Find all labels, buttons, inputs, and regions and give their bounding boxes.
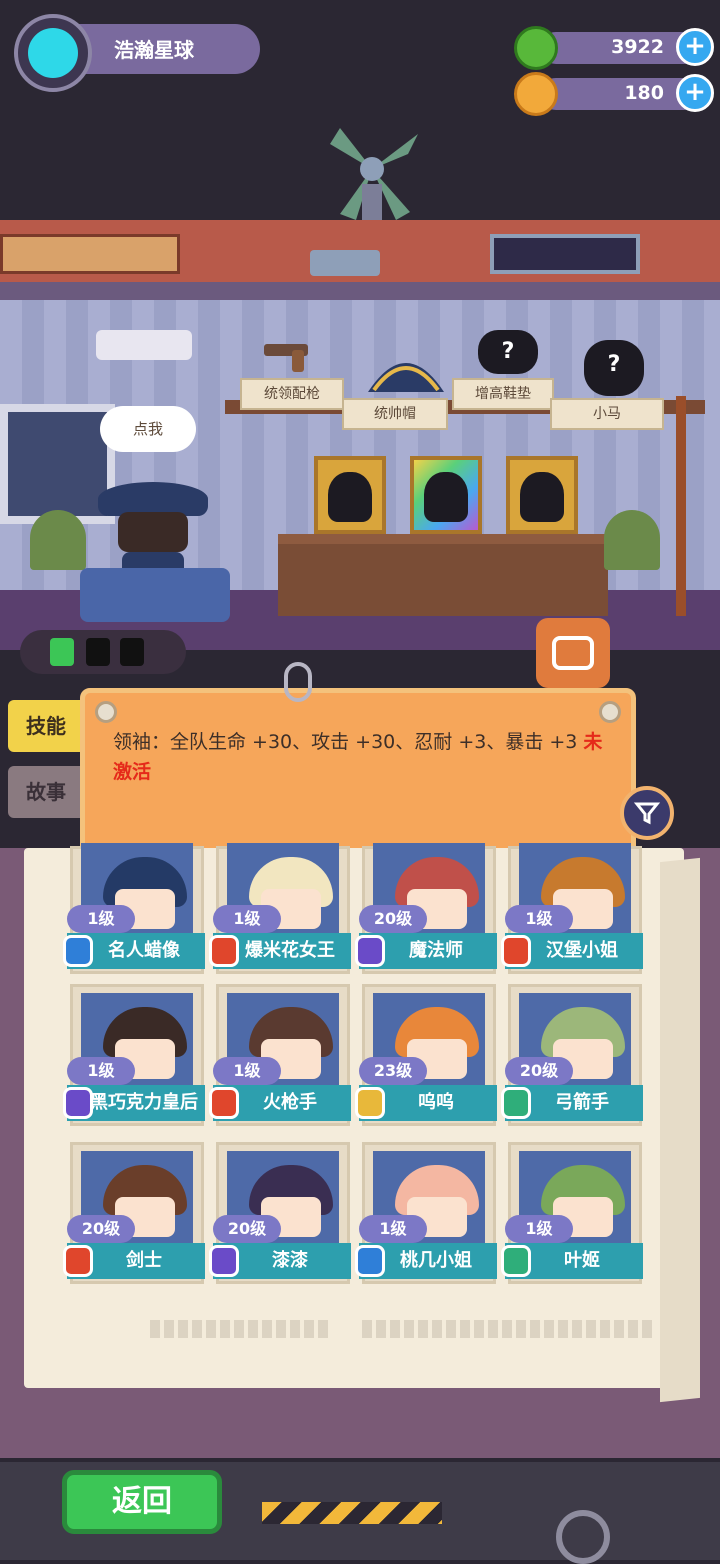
wardrobe-button[interactable] <box>536 618 610 688</box>
character-card[interactable]: 20级 剑士 <box>63 1142 205 1284</box>
level-badge: 1级 <box>359 1215 427 1243</box>
portrait-frame-rainbow[interactable] <box>410 456 482 534</box>
plant-icon <box>30 510 86 570</box>
character-card[interactable]: 1级 黑巧克力皇后 <box>63 984 205 1126</box>
filter-icon <box>633 802 661 825</box>
cat-avatar-icon <box>28 28 78 78</box>
level-badge: 1级 <box>505 905 573 933</box>
character-card[interactable]: 1级 汉堡小姐 <box>501 843 643 974</box>
shelf-label-insole[interactable]: 增高鞋垫 <box>452 378 554 410</box>
character-card[interactable]: 20级 漆漆 <box>209 1142 351 1284</box>
portrait-frame[interactable] <box>506 456 578 534</box>
role-shield-icon <box>355 1087 385 1119</box>
coin-count: 180 <box>624 82 664 104</box>
tab-skill[interactable]: 技能 <box>8 700 84 752</box>
player-profile[interactable]: 浩瀚星球 <box>14 14 260 92</box>
level-badge: 20级 <box>213 1215 281 1243</box>
portrait-frame[interactable] <box>314 456 386 534</box>
level-badge: 1级 <box>67 905 135 933</box>
level-badge: 1级 <box>505 1215 573 1243</box>
lightning-icon <box>50 638 74 666</box>
ceiling-machinery <box>0 220 720 302</box>
role-shield-icon <box>501 1087 531 1119</box>
gold-planet-coin-icon <box>514 72 558 116</box>
filter-button[interactable] <box>620 786 674 840</box>
add-coin-button[interactable]: + <box>676 74 714 112</box>
role-shield-icon <box>63 935 93 967</box>
paperclip-icon <box>284 662 312 702</box>
wardrobe-icon <box>552 636 594 670</box>
character-card[interactable]: 20级 魔法师 <box>355 843 497 974</box>
role-shield-icon <box>355 1245 385 1277</box>
role-shield-icon <box>501 935 531 967</box>
character-card[interactable]: 1级 火枪手 <box>209 984 351 1126</box>
level-badge: 20级 <box>505 1057 573 1085</box>
blurred-text <box>150 1320 330 1338</box>
gem-count: 3922 <box>611 36 664 58</box>
chair <box>80 568 230 622</box>
character-card[interactable]: 23级 呜呜 <box>355 984 497 1126</box>
blurred-text <box>362 1320 652 1338</box>
level-badge: 20级 <box>67 1215 135 1243</box>
player-name: 浩瀚星球 <box>114 38 194 62</box>
character-card[interactable]: 1级 名人蜡像 <box>63 843 205 974</box>
character-card[interactable]: 1级 桃几小姐 <box>355 1142 497 1284</box>
level-badge: 1级 <box>67 1057 135 1085</box>
role-shield-icon <box>63 1087 93 1119</box>
tab-story[interactable]: 故事 <box>8 766 84 818</box>
unknown-item-icon[interactable]: ? <box>584 340 644 396</box>
role-shield-icon <box>63 1245 93 1277</box>
shelf-label-pistol[interactable]: 统领配枪 <box>240 378 344 410</box>
projector-icon <box>96 330 192 360</box>
back-button[interactable]: 返回 <box>62 1470 222 1534</box>
character-card[interactable]: 20级 弓箭手 <box>501 984 643 1126</box>
bicorne-hat-icon[interactable] <box>364 344 448 398</box>
pin-icon <box>599 701 621 723</box>
hazard-stripe <box>262 1502 442 1524</box>
role-shield-icon <box>209 1245 239 1277</box>
character-card[interactable]: 1级 叶姬 <box>501 1142 643 1284</box>
green-gem-icon <box>514 26 558 70</box>
unknown-item-icon[interactable]: ? <box>478 330 538 374</box>
tap-me-bubble[interactable]: 点我 <box>100 406 196 452</box>
level-badge: 1级 <box>213 1057 281 1085</box>
role-shield-icon <box>209 1087 239 1119</box>
coat-rack <box>676 396 686 616</box>
add-gem-button[interactable]: + <box>676 28 714 66</box>
shelf-label-hat[interactable]: 统帅帽 <box>342 398 448 430</box>
character-card[interactable]: 1级 爆米花女王 <box>209 843 351 974</box>
role-shield-icon <box>355 935 385 967</box>
role-shield-icon <box>501 1245 531 1277</box>
pin-icon <box>95 701 117 723</box>
pistol-icon[interactable] <box>262 336 316 376</box>
ceiling-fan-icon <box>330 128 418 224</box>
desk <box>278 534 608 616</box>
currency-gem: 3922 + <box>514 26 714 70</box>
level-badge: 23级 <box>359 1057 427 1085</box>
avatar[interactable] <box>14 14 92 92</box>
level-badge: 20级 <box>359 905 427 933</box>
gear-icon <box>556 1510 610 1564</box>
currency-coin: 180 + <box>514 72 714 116</box>
level-badge: 1级 <box>213 905 281 933</box>
energy-indicator <box>20 630 186 674</box>
shelf-label-pony[interactable]: 小马 <box>550 398 664 430</box>
skill-text: 领袖：全队生命 +30、攻击 +30、忍耐 +3、暴击 +3 未激活 <box>113 731 603 783</box>
plant-icon <box>604 510 660 570</box>
role-shield-icon <box>209 935 239 967</box>
